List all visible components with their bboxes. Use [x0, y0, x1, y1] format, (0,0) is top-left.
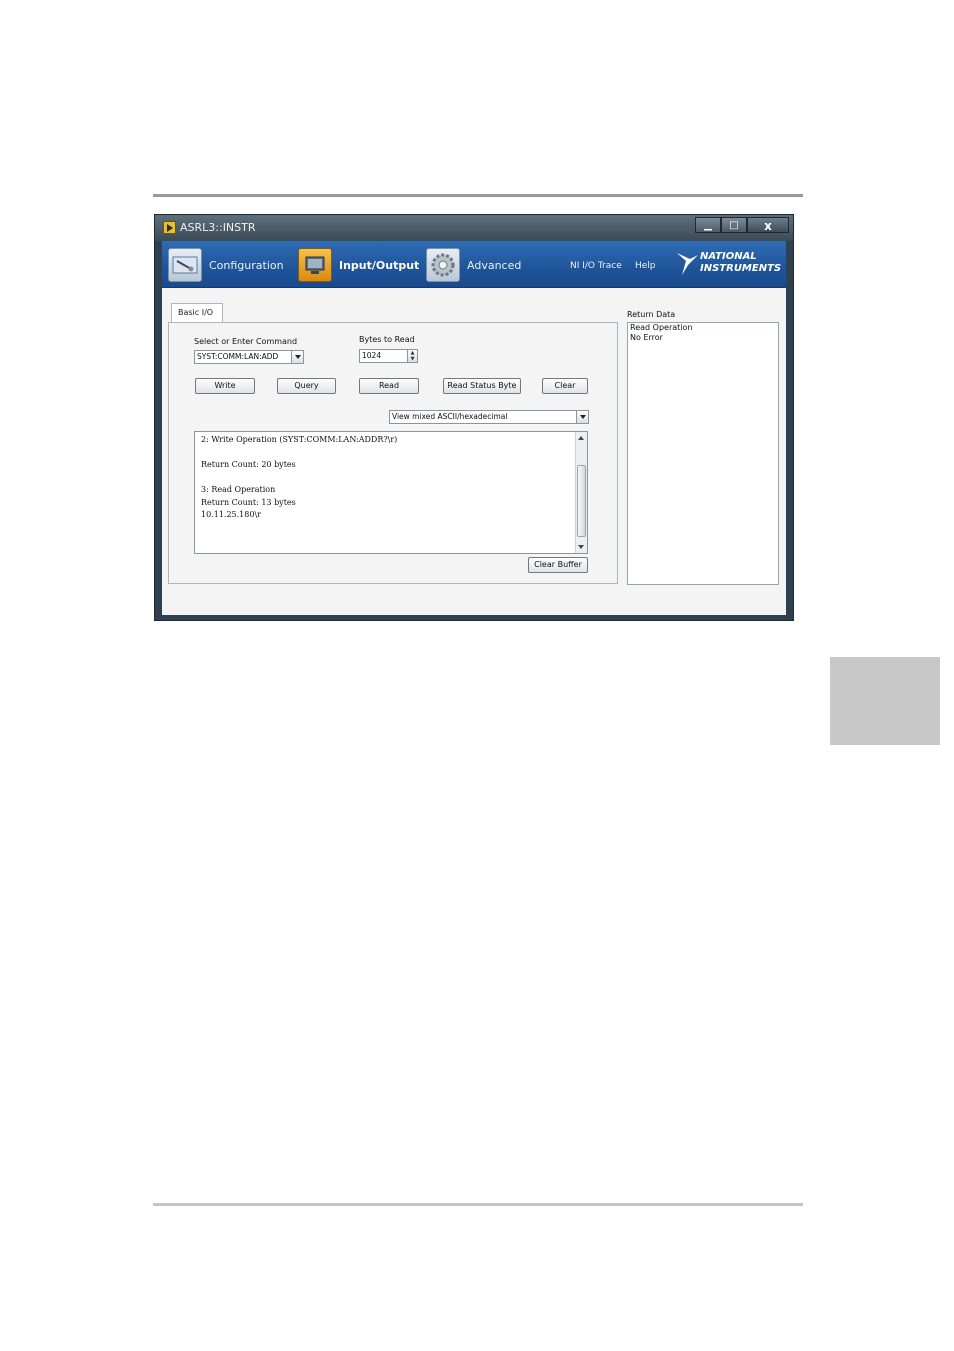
bytes-to-read-label: Bytes to Read: [359, 335, 415, 344]
chevron-down-icon[interactable]: [576, 411, 588, 423]
nav-item-advanced[interactable]: Advanced: [426, 247, 521, 283]
page-top-rule: [153, 194, 803, 197]
minimize-button[interactable]: ▁: [695, 217, 721, 233]
command-label: Select or Enter Command: [194, 337, 298, 346]
visa-test-panel-window: ASRL3::INSTR ▁ □ x Configuration Input/O…: [154, 214, 794, 621]
view-mode-select[interactable]: View mixed ASCII/hexadecimal: [389, 410, 589, 424]
clear-button[interactable]: Clear: [542, 378, 588, 394]
return-data-label: Return Data: [627, 310, 676, 319]
chapter-side-tab: [830, 657, 940, 745]
tab-basic-io[interactable]: Basic I/O: [171, 303, 223, 323]
io-buffer-text: 2: Write Operation (SYST:COMM:LAN:ADDR?\…: [201, 435, 398, 519]
maximize-button[interactable]: □: [721, 217, 747, 233]
buffer-scrollbar[interactable]: [575, 432, 587, 553]
ni-logo-line1: NATIONAL: [700, 251, 757, 262]
query-button[interactable]: Query: [277, 378, 336, 394]
return-data-line-1: Read Operation: [630, 323, 693, 332]
input-output-icon: [298, 248, 332, 282]
read-status-byte-button[interactable]: Read Status Byte: [443, 378, 521, 394]
nav-link-ni-io-trace[interactable]: NI I/O Trace: [570, 261, 622, 271]
read-button[interactable]: Read: [359, 378, 419, 394]
nav-link-help[interactable]: Help: [635, 261, 656, 271]
close-button[interactable]: x: [747, 217, 789, 233]
chevron-down-icon[interactable]: [291, 351, 303, 363]
window-titlebar[interactable]: ASRL3::INSTR ▁ □ x: [155, 215, 793, 241]
configuration-icon: [168, 248, 202, 282]
window-controls: ▁ □ x: [695, 217, 789, 234]
gear-icon: [426, 248, 460, 282]
spinner-arrows-icon[interactable]: ▲ ▼: [407, 350, 417, 362]
command-value: SYST:COMM:LAN:ADD: [197, 352, 279, 361]
nav-item-input-output[interactable]: Input/Output: [298, 247, 419, 283]
window-client-area: Configuration Input/Output Advanced NI I…: [162, 241, 786, 615]
app-icon: [163, 221, 176, 234]
nav-label-configuration: Configuration: [209, 258, 284, 272]
nav-label-advanced: Advanced: [467, 258, 522, 272]
scroll-down-icon[interactable]: [578, 545, 584, 549]
io-buffer-textbox[interactable]: 2: Write Operation (SYST:COMM:LAN:ADDR?\…: [194, 431, 588, 554]
top-navigation-bar: Configuration Input/Output Advanced NI I…: [162, 241, 786, 288]
write-button[interactable]: Write: [195, 378, 255, 394]
bytes-to-read-stepper[interactable]: 1024 ▲ ▼: [359, 349, 418, 363]
bytes-to-read-value: 1024: [362, 351, 382, 360]
ni-logo: NATIONAL INSTRUMENTS: [676, 251, 782, 277]
window-title: ASRL3::INSTR: [180, 221, 256, 234]
nav-label-input-output: Input/Output: [339, 258, 420, 272]
ni-logo-line2: INSTRUMENTS: [700, 263, 782, 274]
return-data-line-2: No Error: [630, 333, 663, 342]
command-combobox[interactable]: SYST:COMM:LAN:ADD: [194, 350, 304, 364]
scroll-up-icon[interactable]: [578, 436, 584, 440]
ni-eagle-icon: [677, 253, 698, 275]
nav-item-configuration[interactable]: Configuration: [168, 247, 284, 283]
page-bottom-rule: [153, 1203, 803, 1206]
view-mode-value: View mixed ASCII/hexadecimal: [392, 412, 508, 421]
return-data-box: Read Operation No Error: [627, 322, 779, 585]
scrollbar-thumb[interactable]: [577, 465, 586, 537]
clear-buffer-button[interactable]: Clear Buffer: [528, 557, 588, 573]
